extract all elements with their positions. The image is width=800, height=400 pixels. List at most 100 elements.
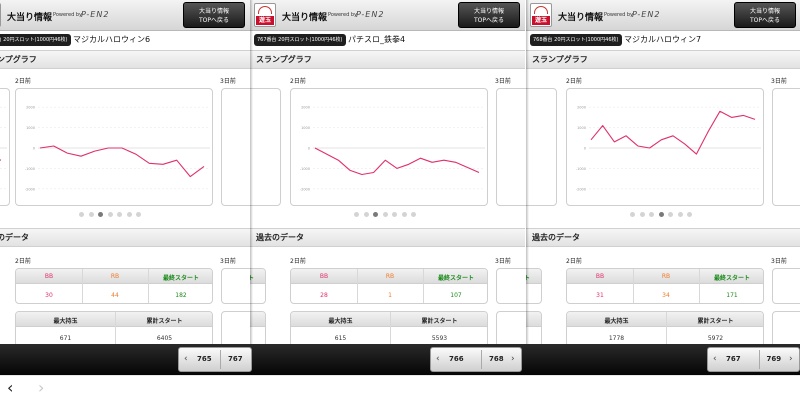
slump-graph-card-next xyxy=(496,88,526,206)
slump-graph-card: 2000 1000 0 -1000 -2000 xyxy=(290,88,488,206)
next-machine-button[interactable]: 767 xyxy=(228,355,243,363)
back-to-top-button[interactable]: 大当り情報 TOPへ戻る xyxy=(734,2,796,28)
machine-pager: ‹ 765 767 xyxy=(178,347,252,372)
page-indicator-dot[interactable] xyxy=(126,212,132,217)
app-title: 大当り情報 xyxy=(7,13,53,23)
prev-machine-button[interactable]: 766 xyxy=(449,355,464,363)
page-indicator-dot[interactable] xyxy=(373,212,378,217)
day-label: 3日前 xyxy=(771,78,787,85)
page-indicator-dot[interactable] xyxy=(401,212,407,217)
machine-name: マジカルハロウィン6 xyxy=(73,35,151,44)
column-divider xyxy=(115,312,116,346)
y-tick-label: -1000 xyxy=(25,167,35,171)
pager-divider xyxy=(220,350,221,369)
summary-table: 最大持玉 615 累計スタート 5593 xyxy=(290,311,488,347)
prev-machine-button[interactable]: 765 xyxy=(197,355,212,363)
next-arrow-icon[interactable]: › xyxy=(789,354,793,364)
day-label: 3日前 xyxy=(220,258,236,265)
day-label: 2日前 xyxy=(290,78,306,85)
y-tick-label: -1000 xyxy=(300,167,310,171)
page-indicator-dot[interactable] xyxy=(649,212,654,217)
back-to-top-button[interactable]: 大当り情報 TOPへ戻る xyxy=(183,2,245,28)
day-label: 2日前 xyxy=(566,258,582,265)
page-indicator-dot[interactable] xyxy=(630,212,635,217)
prev-machine-button[interactable]: 767 xyxy=(726,355,741,363)
day-label: 3日前 xyxy=(771,258,787,265)
back-arrow-icon[interactable]: ‹ xyxy=(7,378,13,397)
page-indicator-dot[interactable] xyxy=(382,212,388,217)
page-indicator-dot[interactable] xyxy=(88,212,94,217)
machine-name: マジカルハロウィン7 xyxy=(624,35,702,44)
summary-table-next xyxy=(496,311,526,347)
next-machine-button[interactable]: 768 xyxy=(489,355,504,363)
day-label: 2日前 xyxy=(290,258,306,265)
total-start-header: 累計スタート xyxy=(421,318,458,325)
final-start-value: 182 xyxy=(175,292,187,299)
column-divider xyxy=(390,312,391,346)
brand-logo-text: P-EN2 xyxy=(81,10,110,19)
slump-graph-card: 2000 1000 0 -1000 -2000 xyxy=(15,88,213,206)
machine-panel-content: 遊玉 大当り情報 Powered by P-EN2 大当り情報 TOPへ戻る 768番台 … xyxy=(526,0,800,375)
machine-number-badge: 766番台 20円スロット(1000円46枚) xyxy=(0,34,71,46)
powered-by-label: Powered by xyxy=(328,12,357,18)
max-balls-header: 最大持玉 xyxy=(53,318,78,325)
column-divider xyxy=(633,269,634,303)
page-indicator-dot[interactable] xyxy=(677,212,683,217)
logo-arch-icon xyxy=(258,6,272,14)
prev-arrow-icon[interactable]: ‹ xyxy=(184,354,188,364)
machine-info-row: 767番台 20円スロット(1000円46枚) パチスロ_鉄拳4 xyxy=(250,31,525,49)
hit-count-table: BB 31 RB 34 最終スタート 171 xyxy=(566,268,764,304)
slump-graph-card-next xyxy=(772,88,800,206)
page-indicator-dot[interactable] xyxy=(639,212,645,217)
slump-graph-card: 2000 1000 0 -1000 -2000 xyxy=(566,88,764,206)
back-to-top-button[interactable]: 大当り情報 TOPへ戻る xyxy=(458,2,520,28)
max-balls-header: 最大持玉 xyxy=(328,318,353,325)
page-indicator-dot[interactable] xyxy=(668,212,673,217)
page-indicator-dot[interactable] xyxy=(687,212,692,217)
total-start-header: 累計スタート xyxy=(697,318,734,325)
next-arrow-icon[interactable]: › xyxy=(511,354,515,364)
y-tick-label: 2000 xyxy=(577,106,586,110)
rb-header: RB xyxy=(661,273,671,280)
slump-line xyxy=(0,159,2,161)
slump-line xyxy=(590,110,756,155)
final-start-header: 最終スタート xyxy=(437,275,474,282)
day-label: 3日前 xyxy=(495,78,511,85)
day-label: 2日前 xyxy=(566,78,582,85)
logo-arch-icon xyxy=(534,6,548,14)
page-indicator-dot[interactable] xyxy=(136,212,141,217)
page-indicator-dot[interactable] xyxy=(363,212,369,217)
bb-header: BB xyxy=(319,273,329,280)
past-data-table-next xyxy=(772,268,800,304)
page-indicator-dot[interactable] xyxy=(392,212,397,217)
powered-by-label: Powered by xyxy=(604,12,633,18)
bb-header: BB xyxy=(44,273,54,280)
page-indicator-dot[interactable] xyxy=(117,212,122,217)
prev-arrow-icon[interactable]: ‹ xyxy=(436,354,440,364)
app-header: 遊玉大当り情報Powered byP-EN2 大当り情報 TOPへ戻る xyxy=(526,0,800,31)
brand-logo-text: P-EN2 xyxy=(356,10,385,19)
day-label: 3日前 xyxy=(220,78,236,85)
machine-panel-content: 遊玉大当り情報Powered byP-EN2 大当り情報 TOPへ戻る 766番台 … xyxy=(0,0,250,375)
panel-edge-shadow xyxy=(250,0,253,375)
page-indicator-dot[interactable] xyxy=(79,212,84,217)
panel-edge-shadow xyxy=(526,0,529,375)
page-indicator-dot[interactable] xyxy=(98,212,103,217)
machine-info-row: 768番台 20円スロット(1000円46枚) マジカルハロウィン7 xyxy=(526,31,800,49)
next-machine-button[interactable]: 769 xyxy=(767,355,782,363)
y-tick-label: -2000 xyxy=(25,187,35,191)
app-header: 遊玉大当り情報Powered byP-EN2 大当り情報 TOPへ戻る xyxy=(0,0,250,31)
forward-arrow-icon[interactable]: › xyxy=(38,378,44,397)
page-indicator-dot[interactable] xyxy=(354,212,359,217)
prev-arrow-icon[interactable]: ‹ xyxy=(713,354,717,364)
bb-count: 28 xyxy=(320,292,328,299)
machine-pager: ‹ 766 768 › xyxy=(430,347,522,372)
page-indicator-dot[interactable] xyxy=(658,212,664,217)
app-logo: 遊玉 xyxy=(254,3,276,27)
page-indicator-dot[interactable] xyxy=(107,212,113,217)
slump-graph xyxy=(0,106,7,190)
slump-graph: 2000 1000 0 -1000 -2000 xyxy=(25,106,210,191)
app-header: 遊玉大当り情報Powered byP-EN2 大当り情報 TOPへ戻る xyxy=(250,0,525,31)
page-indicator-dot[interactable] xyxy=(411,212,416,217)
slump-graph-card-next xyxy=(221,88,250,206)
